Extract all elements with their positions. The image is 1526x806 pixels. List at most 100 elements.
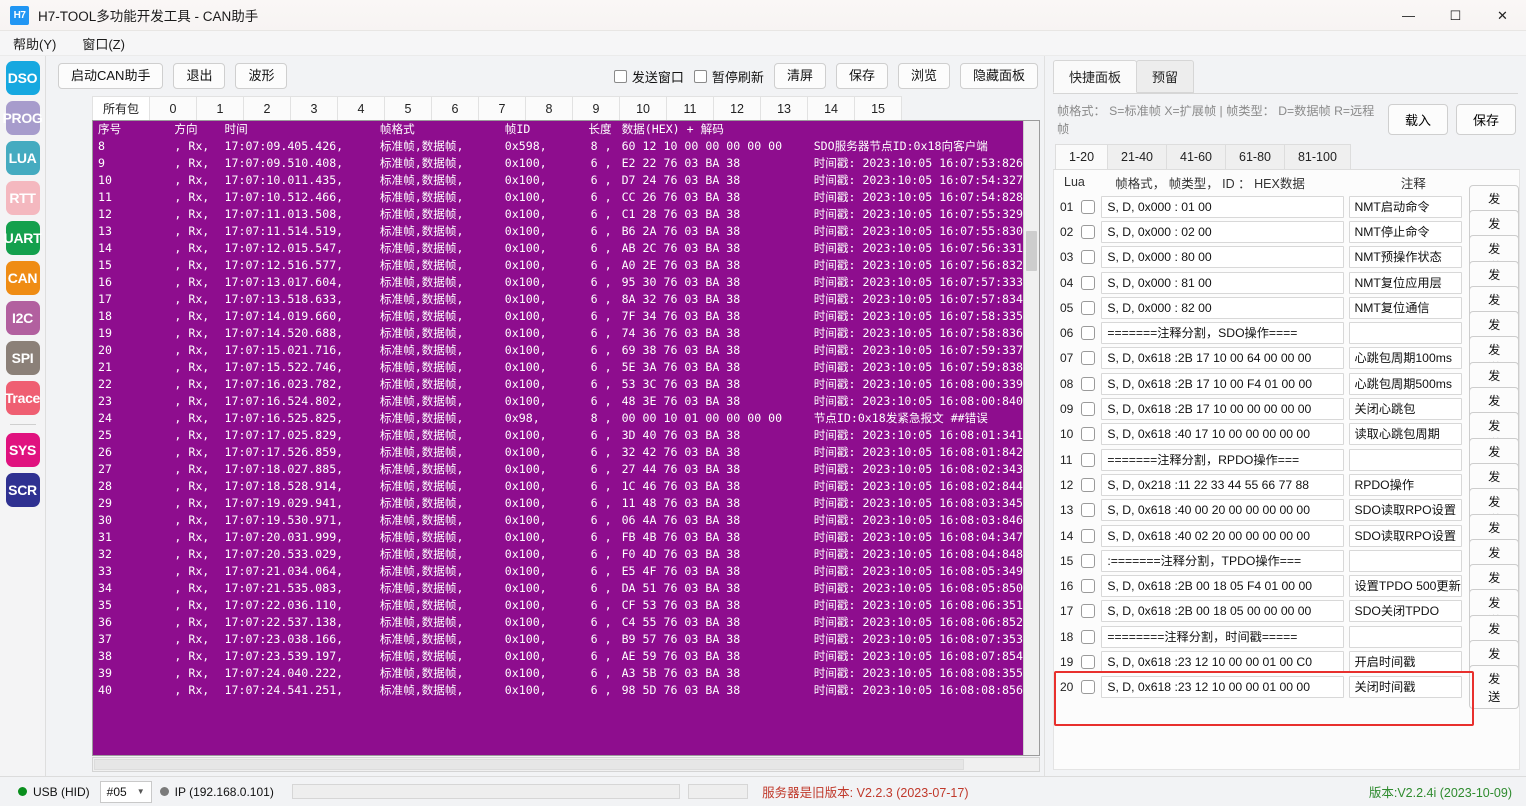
- note-input[interactable]: SDO读取RPO设置: [1349, 524, 1463, 547]
- menu-item-help[interactable]: 帮助(Y): [10, 32, 59, 55]
- packet-tab-8[interactable]: 8: [525, 96, 574, 120]
- frame-input[interactable]: :=======注释分割，TPDO操作===: [1101, 549, 1345, 572]
- range-tab-61-80[interactable]: 61-80: [1225, 144, 1285, 169]
- rail-icon-rtt[interactable]: RTT: [5, 181, 40, 215]
- table-row[interactable]: 10 , Rx, 17:07:10.011.435, 标准帧,数据帧, 0x100, 6 …: [93, 172, 1023, 189]
- packet-tab-11[interactable]: 11: [666, 96, 715, 120]
- packet-tab-1[interactable]: 1: [196, 96, 245, 120]
- rail-icon-can[interactable]: CAN: [5, 261, 40, 295]
- pause-refresh-checkbox[interactable]: 暂停刷新: [693, 67, 764, 86]
- table-row[interactable]: 19 , Rx, 17:07:14.520.688, 标准帧,数据帧, 0x100, 6 …: [93, 325, 1023, 342]
- device-select[interactable]: #05 ▼: [99, 780, 152, 803]
- packet-tab-14[interactable]: 14: [807, 96, 856, 120]
- maximize-icon[interactable]: ☐: [1432, 0, 1479, 31]
- table-row[interactable]: 28 , Rx, 17:07:18.528.914, 标准帧,数据帧, 0x100, 6 …: [93, 478, 1023, 495]
- table-row[interactable]: 8 , Rx, 17:07:09.405.426, 标准帧,数据帧, 0x598, 8 ,…: [93, 138, 1023, 155]
- table-row[interactable]: 17 , Rx, 17:07:13.518.633, 标准帧,数据帧, 0x100, 6 …: [93, 291, 1023, 308]
- frame-input[interactable]: S, D, 0x618 :2B 17 10 00 00 00 00 00: [1101, 398, 1345, 421]
- scrollbar-thumb[interactable]: [94, 759, 965, 770]
- packet-tab-4[interactable]: 4: [337, 96, 386, 120]
- lua-checkbox[interactable]: [1081, 680, 1096, 695]
- frame-input[interactable]: S, D, 0x000 : 01 00: [1101, 195, 1345, 218]
- table-row[interactable]: 36 , Rx, 17:07:22.537.138, 标准帧,数据帧, 0x100, 6 …: [93, 614, 1023, 631]
- range-tab-41-60[interactable]: 41-60: [1166, 144, 1226, 169]
- lua-checkbox[interactable]: [1081, 477, 1096, 492]
- packet-tab-12[interactable]: 12: [713, 96, 762, 120]
- note-input[interactable]: 关闭时间戳: [1349, 676, 1463, 699]
- frame-input[interactable]: S, D, 0x218 :11 22 33 44 55 66 77 88: [1101, 473, 1345, 496]
- frame-input[interactable]: S, D, 0x618 :40 17 10 00 00 00 00 00: [1101, 423, 1345, 446]
- table-row[interactable]: 14 , Rx, 17:07:12.015.547, 标准帧,数据帧, 0x100, 6 …: [93, 240, 1023, 257]
- rail-icon-sys[interactable]: SYS: [5, 433, 40, 467]
- packet-tab-6[interactable]: 6: [431, 96, 480, 120]
- lua-checkbox[interactable]: [1081, 300, 1096, 315]
- table-row[interactable]: 38 , Rx, 17:07:23.539.197, 标准帧,数据帧, 0x100, 6 …: [93, 648, 1023, 665]
- lua-checkbox[interactable]: [1081, 503, 1096, 518]
- table-row[interactable]: 39 , Rx, 17:07:24.040.222, 标准帧,数据帧, 0x100, 6 …: [93, 665, 1023, 682]
- lua-checkbox[interactable]: [1081, 452, 1096, 467]
- note-input[interactable]: SDO关闭TPDO: [1349, 600, 1463, 623]
- note-input[interactable]: NMT停止命令: [1349, 220, 1463, 243]
- note-input[interactable]: 关闭心跳包: [1349, 398, 1463, 421]
- rail-icon-scr[interactable]: SCR: [5, 473, 40, 507]
- rail-icon-i2c[interactable]: I2C: [5, 301, 40, 335]
- note-input[interactable]: NMT复位应用层: [1349, 271, 1463, 294]
- panel-tab-1[interactable]: 预留: [1136, 60, 1195, 93]
- table-row[interactable]: 16 , Rx, 17:07:13.017.604, 标准帧,数据帧, 0x100, 6 …: [93, 274, 1023, 291]
- table-row[interactable]: 32 , Rx, 17:07:20.533.029, 标准帧,数据帧, 0x100, 6 …: [93, 546, 1023, 563]
- frame-input[interactable]: S, D, 0x618 :40 00 20 00 00 00 00 00: [1101, 499, 1345, 522]
- lua-checkbox[interactable]: [1081, 629, 1096, 644]
- note-input[interactable]: 心跳包周期100ms: [1349, 347, 1463, 370]
- send-button[interactable]: 发送: [1469, 665, 1519, 710]
- lua-checkbox[interactable]: [1081, 224, 1096, 239]
- frame-input[interactable]: S, D, 0x618 :2B 17 10 00 F4 01 00 00: [1101, 372, 1345, 395]
- table-row[interactable]: 21 , Rx, 17:07:15.522.746, 标准帧,数据帧, 0x100, 6 …: [93, 359, 1023, 376]
- range-tab-81-100[interactable]: 81-100: [1283, 144, 1351, 169]
- range-tab-21-40[interactable]: 21-40: [1107, 144, 1168, 169]
- lua-checkbox[interactable]: [1081, 604, 1096, 619]
- table-row[interactable]: 13 , Rx, 17:07:11.514.519, 标准帧,数据帧, 0x100, 6 …: [93, 223, 1023, 240]
- scrollbar-thumb[interactable]: [1026, 231, 1037, 271]
- frame-input[interactable]: S, D, 0x618 :23 12 10 00 00 01 00 00: [1101, 676, 1345, 699]
- note-input[interactable]: NMT复位通信: [1349, 296, 1463, 319]
- packet-tab-15[interactable]: 15: [854, 96, 903, 120]
- table-row[interactable]: 15 , Rx, 17:07:12.516.577, 标准帧,数据帧, 0x100, 6 …: [93, 257, 1023, 274]
- table-row[interactable]: 26 , Rx, 17:07:17.526.859, 标准帧,数据帧, 0x100, 6 …: [93, 444, 1023, 461]
- start-can-assistant-button[interactable]: 启动CAN助手: [58, 62, 164, 90]
- frame-input[interactable]: ========注释分割，时间戳=====: [1101, 625, 1345, 648]
- table-row[interactable]: 25 , Rx, 17:07:17.025.829, 标准帧,数据帧, 0x100, 6 …: [93, 427, 1023, 444]
- note-input[interactable]: NMT启动命令: [1349, 195, 1463, 218]
- frame-input[interactable]: S, D, 0x618 :40 02 20 00 00 00 00 00: [1101, 524, 1345, 547]
- note-input[interactable]: NMT预操作状态: [1349, 246, 1463, 269]
- table-row[interactable]: 9 , Rx, 17:07:09.510.408, 标准帧,数据帧, 0x100, 6 ,…: [93, 155, 1023, 172]
- lua-checkbox[interactable]: [1081, 402, 1096, 417]
- log-horizontal-scrollbar[interactable]: [92, 757, 1040, 772]
- table-row[interactable]: 40 , Rx, 17:07:24.541.251, 标准帧,数据帧, 0x100, 6 …: [93, 682, 1023, 699]
- hide-panel-button[interactable]: 隐藏面板: [959, 62, 1038, 90]
- lua-checkbox[interactable]: [1081, 199, 1096, 214]
- note-input[interactable]: SDO读取RPO设置: [1349, 499, 1463, 522]
- note-input[interactable]: [1349, 549, 1463, 572]
- note-input[interactable]: [1349, 625, 1463, 648]
- packet-tab-2[interactable]: 2: [243, 96, 292, 120]
- table-row[interactable]: 37 , Rx, 17:07:23.038.166, 标准帧,数据帧, 0x100, 6 …: [93, 631, 1023, 648]
- table-row[interactable]: 34 , Rx, 17:07:21.535.083, 标准帧,数据帧, 0x100, 6 …: [93, 580, 1023, 597]
- table-row[interactable]: 18 , Rx, 17:07:14.019.660, 标准帧,数据帧, 0x100, 6 …: [93, 308, 1023, 325]
- lua-checkbox[interactable]: [1081, 250, 1096, 265]
- lua-checkbox[interactable]: [1081, 275, 1096, 290]
- frame-input[interactable]: S, D, 0x618 :23 12 10 00 00 01 00 C0: [1101, 650, 1345, 673]
- rail-icon-uart[interactable]: UART: [4, 221, 42, 255]
- rail-icon-spi[interactable]: SPI: [5, 341, 40, 375]
- packet-tab-13[interactable]: 13: [760, 96, 809, 120]
- frame-input[interactable]: =======注释分割，SDO操作====: [1101, 322, 1345, 345]
- load-button[interactable]: 载入: [1387, 103, 1448, 135]
- table-row[interactable]: 12 , Rx, 17:07:11.013.508, 标准帧,数据帧, 0x100, 6 …: [93, 206, 1023, 223]
- range-tab-1-20[interactable]: 1-20: [1055, 144, 1109, 169]
- clear-screen-button[interactable]: 清屏: [773, 62, 826, 90]
- chevron-down-icon[interactable]: ▼: [137, 787, 145, 796]
- packet-tab-9[interactable]: 9: [572, 96, 621, 120]
- checkbox-icon[interactable]: [613, 69, 627, 83]
- table-row[interactable]: 30 , Rx, 17:07:19.530.971, 标准帧,数据帧, 0x100, 6 …: [93, 512, 1023, 529]
- lua-checkbox[interactable]: [1081, 579, 1096, 594]
- note-input[interactable]: [1349, 322, 1463, 345]
